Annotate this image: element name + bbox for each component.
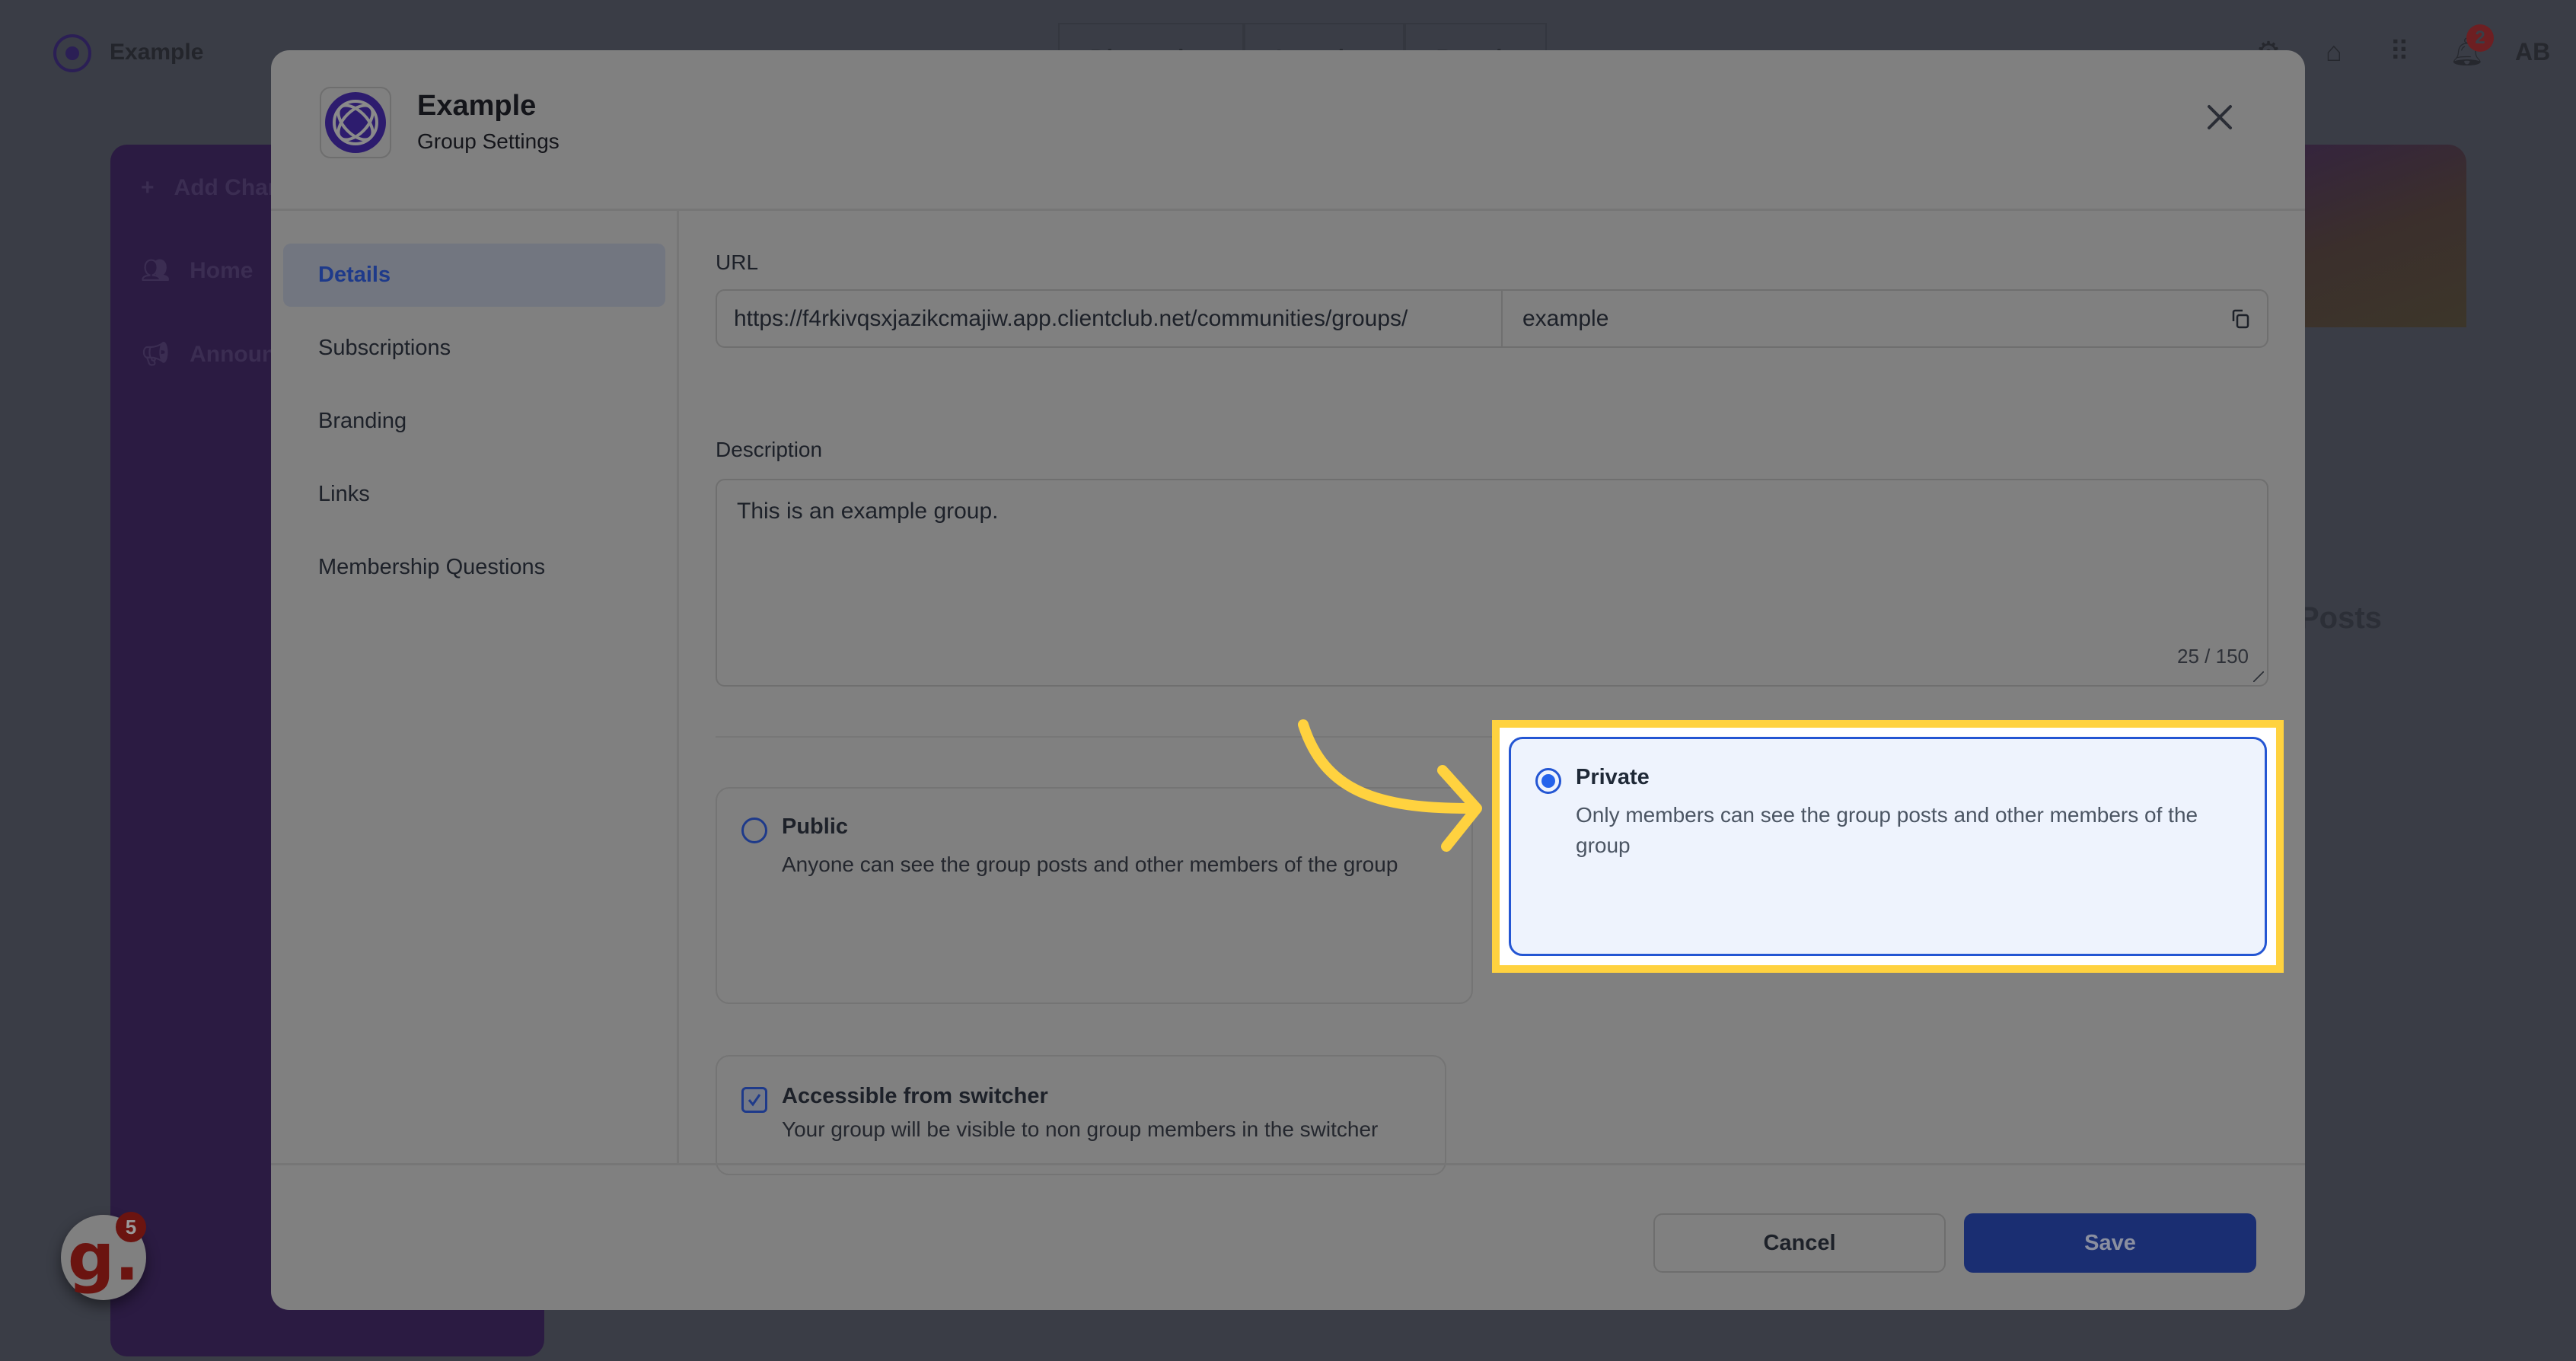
tutorial-highlight: Private Only members can see the group p…	[1492, 720, 2284, 973]
brand-logo-icon	[53, 34, 91, 72]
sidebar-item-label: Home	[190, 257, 253, 283]
checkmark-icon	[748, 1094, 761, 1107]
posts-heading: Posts	[2299, 601, 2382, 635]
nav-item-branding[interactable]: Branding	[283, 390, 665, 453]
private-radio[interactable]	[1535, 768, 1561, 794]
sidebar-item-home[interactable]: 👥︎ Home	[141, 257, 253, 284]
users-icon: 👥︎	[141, 258, 171, 283]
description-label: Description	[716, 438, 823, 461]
brand-name: Example	[110, 40, 204, 65]
modal-subtitle: Group Settings	[417, 129, 560, 153]
save-button[interactable]: Save	[1964, 1213, 2256, 1273]
private-title: Private	[1576, 765, 1650, 789]
notification-badge: 2	[2466, 24, 2494, 52]
nav-item-membership-questions[interactable]: Membership Questions	[283, 536, 665, 599]
bell-icon[interactable]: 🔔︎ 2	[2450, 24, 2494, 67]
megaphone-icon: 📢︎	[141, 342, 171, 367]
switcher-description: Your group will be visible to non group …	[782, 1117, 1379, 1141]
modal-title: Example	[417, 90, 537, 122]
switcher-checkbox[interactable]	[741, 1087, 767, 1113]
url-label: URL	[716, 250, 759, 274]
private-description: Only members can see the group posts and…	[1576, 803, 2198, 857]
settings-nav: Details Subscriptions Branding Links Mem…	[271, 211, 679, 1165]
copy-url-button[interactable]	[2214, 291, 2267, 346]
copy-icon	[2232, 309, 2249, 328]
modal-header: Example Group Settings	[271, 50, 2305, 211]
plus-icon: +	[141, 175, 155, 200]
visibility-option-private[interactable]: Private Only members can see the group p…	[1509, 737, 2267, 956]
widget-badge: 5	[116, 1212, 146, 1242]
close-button[interactable]	[2205, 102, 2235, 132]
resize-handle[interactable]	[2253, 671, 2264, 682]
cancel-button[interactable]: Cancel	[1653, 1213, 1946, 1273]
url-prefix: https://f4rkivqsxjazikcmajiw.app.clientc…	[717, 291, 1503, 346]
public-description: Anyone can see the group posts and other…	[782, 853, 1398, 876]
nav-item-links[interactable]: Links	[283, 463, 665, 526]
apps-grid-icon[interactable]: ⠿	[2384, 37, 2415, 67]
nav-item-details[interactable]: Details	[283, 244, 665, 307]
url-field: https://f4rkivqsxjazikcmajiw.app.clientc…	[716, 289, 2268, 348]
description-textarea[interactable]: This is an example group. 25 / 150	[716, 479, 2268, 687]
description-value: This is an example group.	[737, 499, 999, 524]
switcher-option: Accessible from switcher Your group will…	[716, 1055, 1446, 1175]
avatar[interactable]: AB	[2515, 37, 2550, 67]
close-icon	[2208, 105, 2232, 129]
description-char-count: 25 / 150	[2177, 645, 2249, 668]
switcher-title: Accessible from switcher	[782, 1084, 1048, 1108]
home-icon[interactable]: ⌂	[2319, 37, 2349, 67]
public-title: Public	[782, 814, 849, 839]
url-slug-input[interactable]	[1503, 291, 2214, 346]
modal-footer: Cancel Save	[271, 1163, 2305, 1310]
public-radio[interactable]	[741, 818, 767, 843]
group-logo-icon	[320, 87, 391, 158]
nav-item-subscriptions[interactable]: Subscriptions	[283, 317, 665, 380]
group-settings-modal: Example Group Settings Details Subscript…	[271, 50, 2305, 1310]
visibility-option-public[interactable]: Public Anyone can see the group posts an…	[716, 787, 1473, 1004]
